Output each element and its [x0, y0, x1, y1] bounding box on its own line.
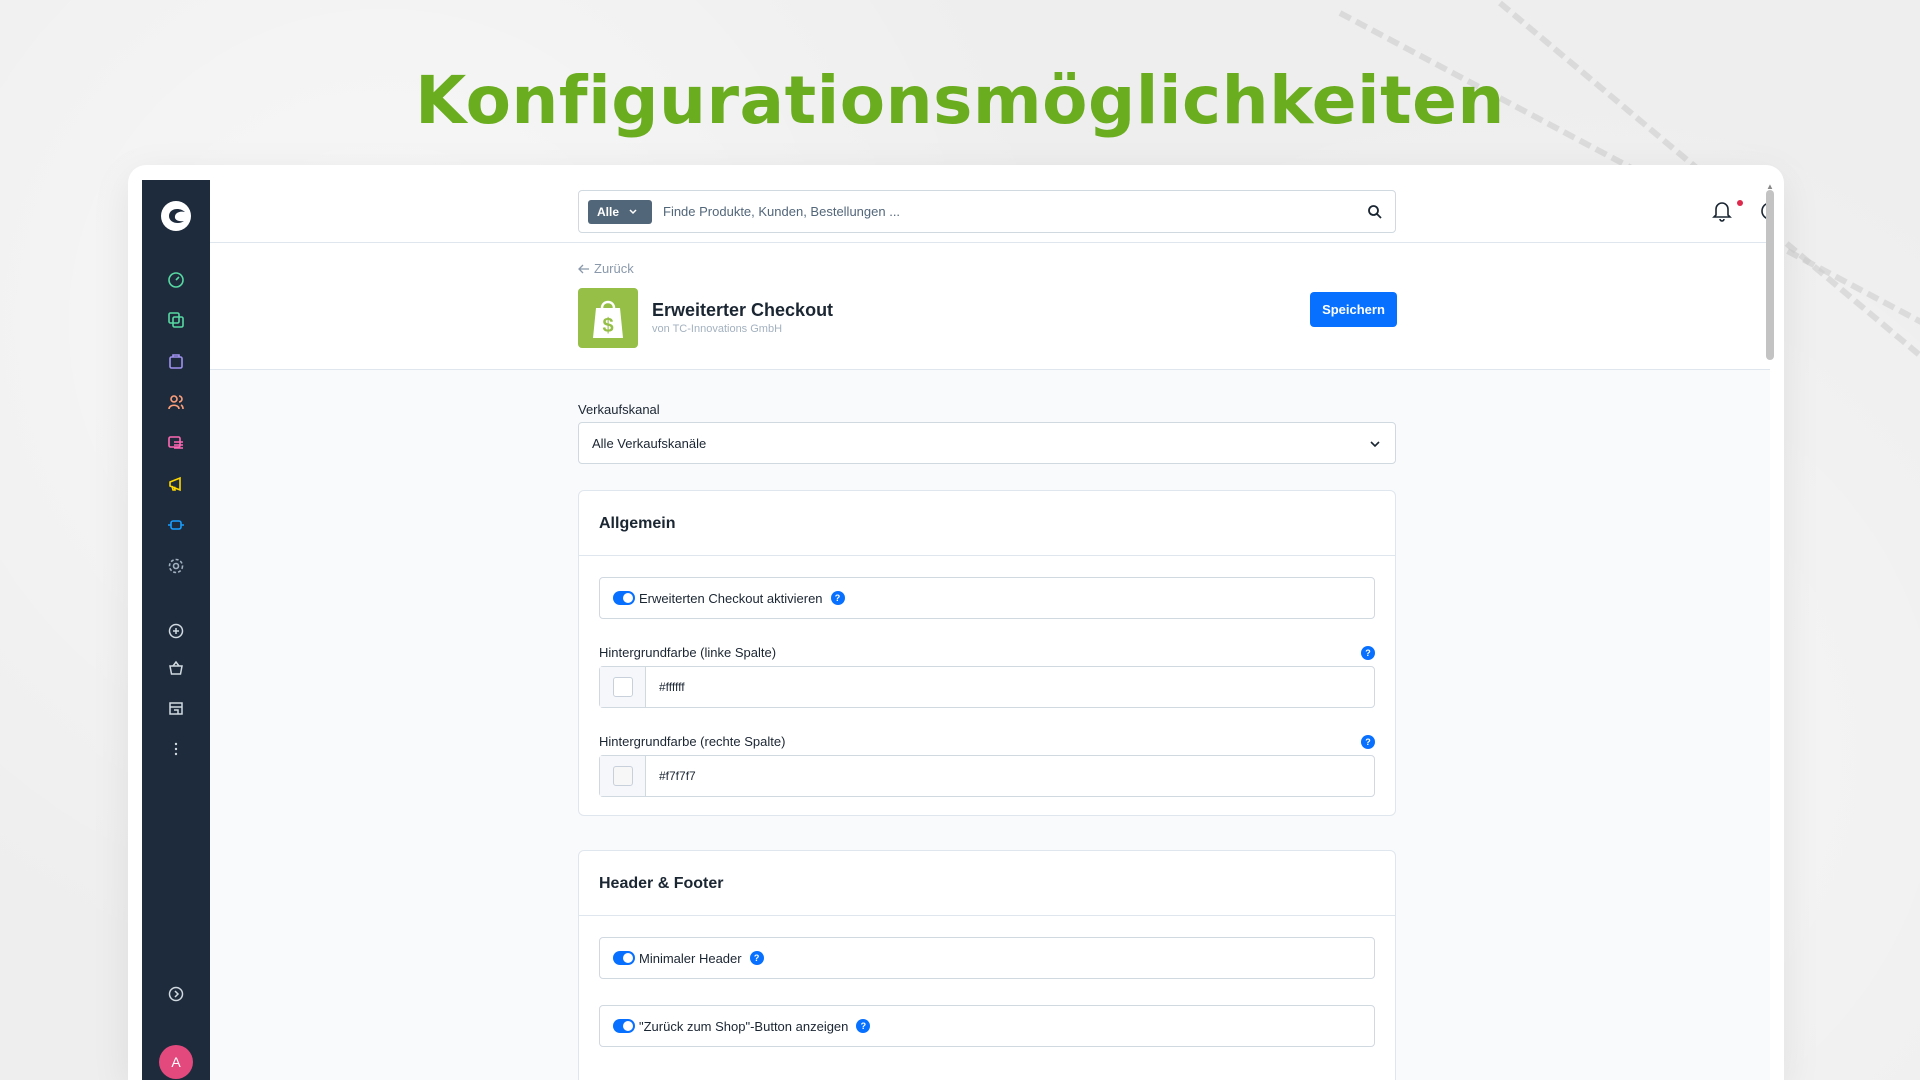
- info-icon[interactable]: ?: [1361, 646, 1375, 660]
- extensions-icon[interactable]: [164, 513, 188, 537]
- search-icon[interactable]: [1367, 204, 1383, 220]
- color-swatch: [612, 766, 633, 786]
- svg-text:$: $: [602, 315, 613, 337]
- enable-checkout-label: Erweiterten Checkout aktivieren: [639, 590, 823, 606]
- basket-icon[interactable]: [164, 656, 188, 680]
- bg-right-label: Hintergrundfarbe (rechte Spalte): [599, 734, 786, 749]
- plugin-title: Erweiterter Checkout: [652, 300, 834, 320]
- save-button[interactable]: Speichern: [1310, 292, 1397, 327]
- chevron-down-icon: [1370, 441, 1380, 448]
- info-icon[interactable]: ?: [1361, 735, 1375, 749]
- sales-channel-select[interactable]: Alle Verkaufskanäle: [578, 422, 1396, 464]
- dashboard-icon[interactable]: [164, 268, 188, 292]
- bg-right-color-input[interactable]: [646, 756, 1374, 796]
- minimal-header-toggle[interactable]: [613, 951, 635, 965]
- settings-icon[interactable]: [164, 554, 188, 578]
- top-bar: Alle: [210, 180, 1770, 243]
- sales-channel-value: Alle Verkaufskanäle: [592, 436, 707, 451]
- back-link-label: Zurück: [594, 261, 634, 276]
- sidebar: A: [142, 180, 210, 1080]
- search-category-dropdown[interactable]: Alle: [588, 200, 652, 224]
- info-icon[interactable]: ?: [749, 951, 764, 965]
- info-icon[interactable]: ?: [856, 1019, 871, 1033]
- back-to-shop-label: "Zurück zum Shop"-Button anzeigen: [639, 1018, 849, 1034]
- arrow-left-icon: [578, 264, 589, 273]
- color-swatch: [612, 677, 633, 697]
- page-headline: Konfigurationsmöglichkeiten: [415, 62, 1505, 139]
- color-swatch-button[interactable]: [600, 667, 646, 707]
- more-icon[interactable]: [164, 737, 188, 761]
- bg-left-color-field: [599, 666, 1375, 708]
- notification-badge: [1737, 200, 1743, 206]
- bg-right-color-field: [599, 755, 1375, 797]
- color-swatch-button[interactable]: [600, 756, 646, 796]
- back-to-shop-toggle[interactable]: [613, 1019, 635, 1033]
- shopware-logo-icon[interactable]: [158, 198, 194, 234]
- shopping-bag-icon: $: [593, 300, 623, 338]
- customers-icon[interactable]: [164, 390, 188, 414]
- bg-left-label: Hintergrundfarbe (linke Spalte): [599, 645, 777, 660]
- header-footer-card-title: Header & Footer: [579, 851, 1395, 916]
- global-search: Alle: [578, 190, 1396, 233]
- marketing-icon[interactable]: [164, 472, 188, 496]
- back-link[interactable]: Zurück: [578, 261, 634, 276]
- bg-left-color-input[interactable]: [646, 667, 1374, 707]
- content-icon[interactable]: [164, 431, 188, 455]
- sales-channel-label: Verkaufskanal: [578, 402, 660, 417]
- info-icon[interactable]: ?: [830, 591, 845, 605]
- notification-bell-icon[interactable]: [1712, 200, 1732, 222]
- minimal-header-label: Minimaler Header: [639, 950, 742, 966]
- search-input[interactable]: [663, 191, 1343, 232]
- store-icon[interactable]: [164, 696, 188, 720]
- orders-icon[interactable]: [164, 349, 188, 373]
- search-category-label: Alle: [597, 205, 620, 219]
- enable-checkout-row: Erweiterten Checkout aktivieren ?: [599, 577, 1375, 619]
- user-avatar[interactable]: A: [159, 1045, 193, 1079]
- plugin-vendor: von TC-Innovations GmbH: [652, 323, 783, 335]
- page-header: Zurück $ Erweiterter Checkout von TC-Inn…: [210, 243, 1770, 370]
- enable-checkout-toggle[interactable]: [613, 591, 635, 605]
- add-icon[interactable]: [164, 619, 188, 643]
- chevron-down-icon: [629, 209, 637, 215]
- minimal-header-row: Minimaler Header ?: [599, 937, 1375, 979]
- admin-app: A Alle Zurück $ Erweiterter Check: [142, 180, 1770, 1080]
- header-footer-card: Header & Footer Minimaler Header ? "Zurü…: [578, 850, 1396, 1080]
- general-card-title: Allgemein: [579, 491, 1395, 556]
- back-to-shop-row: "Zurück zum Shop"-Button anzeigen ?: [599, 1005, 1375, 1047]
- scrollbar-thumb[interactable]: [1766, 190, 1774, 360]
- catalog-icon[interactable]: [164, 308, 188, 332]
- general-card: Allgemein Erweiterten Checkout aktiviere…: [578, 490, 1396, 816]
- plugin-icon: $: [578, 288, 638, 348]
- collapse-icon[interactable]: [164, 982, 188, 1006]
